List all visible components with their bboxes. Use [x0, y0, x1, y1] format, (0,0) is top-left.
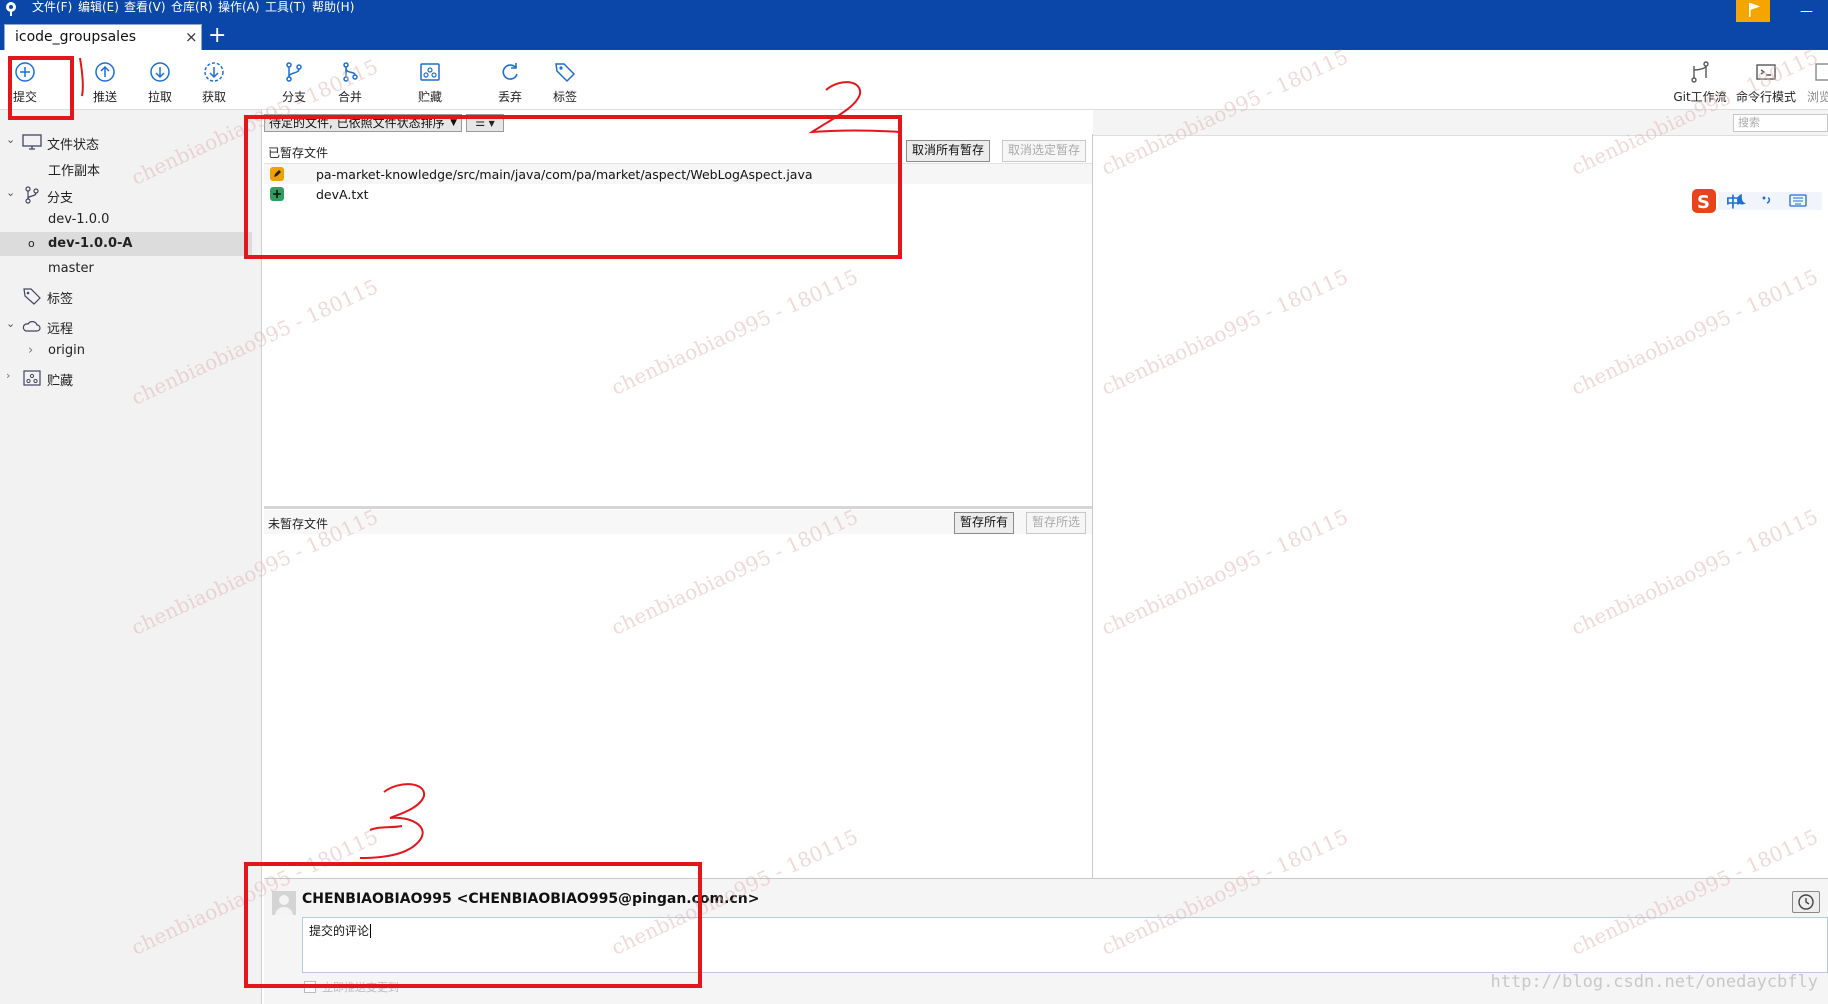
source-url-watermark: http://blog.csdn.net/onedaycbfly	[1490, 972, 1818, 992]
handwritten-annotations	[79, 57, 901, 859]
